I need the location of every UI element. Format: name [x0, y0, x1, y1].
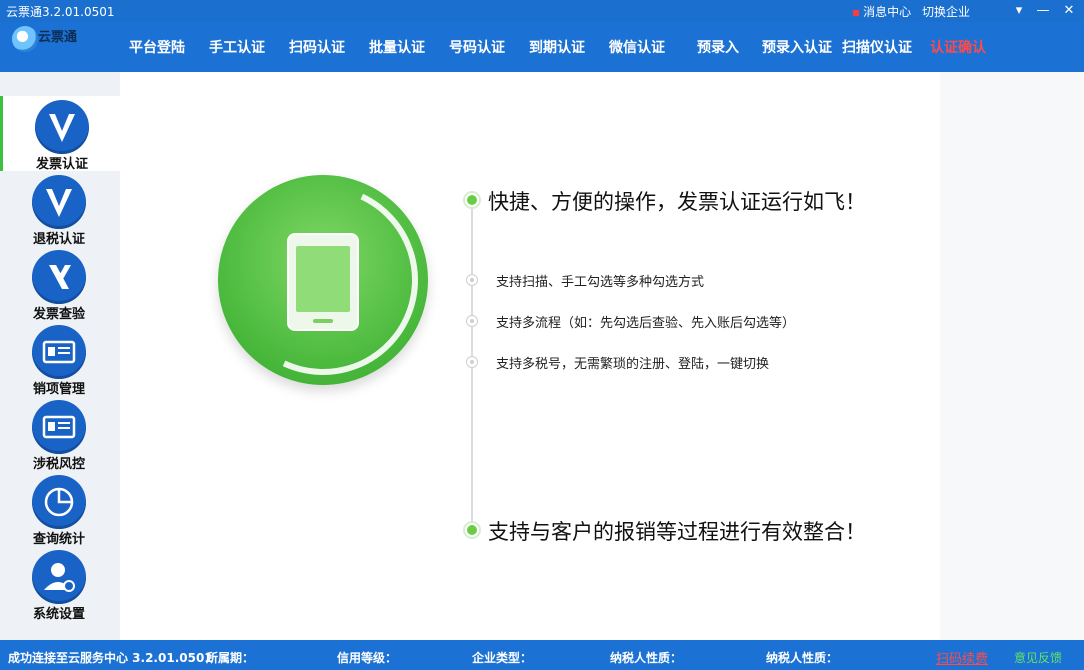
card-icon	[32, 325, 86, 379]
feature-item: 支持多流程（如：先勾选后查验、先入账后勾选等）	[496, 316, 796, 331]
sidebar: 发票认证 退税认证 发票查验 销项管理 涉税风控 查询统计 系统设置	[0, 72, 120, 640]
main-panel: 快捷、方便的操作，发票认证运行如飞！ 支持扫描、手工勾选等多种勾选方式 支持多流…	[120, 72, 940, 640]
timeline-dot	[466, 315, 478, 327]
renew-link[interactable]: 扫码续费	[936, 648, 988, 667]
sidebar-item-invoice-verify[interactable]: 发票查验	[0, 246, 120, 322]
app-title: 云票通3.2.01.0501	[6, 5, 115, 19]
close-icon[interactable]: ✕	[1056, 0, 1082, 22]
timeline-bullet	[463, 191, 481, 209]
user-settings-icon	[32, 550, 86, 604]
sidebar-item-label: 查询统计	[32, 532, 85, 547]
sidebar-item-settings[interactable]: 系统设置	[0, 546, 120, 622]
connection-status: 成功连接至云服务中心 3.2.01.0501	[8, 651, 213, 665]
sidebar-item-label: 涉税风控	[32, 457, 85, 472]
v-check-icon	[32, 175, 86, 229]
right-panel	[940, 72, 1084, 640]
status-bar: 成功连接至云服务中心 3.2.01.0501 所属期： 信用等级： 企业类型： …	[0, 640, 1084, 670]
nav-expiry-auth[interactable]: 到期认证	[529, 37, 585, 57]
feature-item: 支持扫描、手工勾选等多种勾选方式	[496, 275, 705, 290]
message-center-label: 消息中心	[863, 5, 912, 19]
nav-batch-auth[interactable]: 批量认证	[369, 37, 425, 57]
timeline-dot	[466, 274, 478, 286]
top-nav: 云票通 平台登陆 手工认证 扫码认证 批量认证 号码认证 到期认证 微信认证 预…	[0, 22, 1084, 72]
headline-integration: 支持与客户的报销等过程进行有效整合！	[488, 520, 866, 544]
nav-manual-auth[interactable]: 手工认证	[209, 37, 265, 57]
credit-level-label: 信用等级：	[337, 651, 398, 665]
sidebar-item-label: 退税认证	[32, 232, 85, 247]
pie-chart-icon	[32, 475, 86, 529]
nav-scan-auth[interactable]: 扫码认证	[289, 37, 345, 57]
timeline-dot	[466, 356, 478, 368]
taxpayer-nature-label-2: 纳税人性质：	[766, 651, 839, 665]
sidebar-item-label: 发票认证	[35, 157, 88, 172]
sidebar-item-tax-refund[interactable]: 退税认证	[0, 171, 120, 247]
nav-platform-login[interactable]: 平台登陆	[129, 37, 185, 57]
card-icon	[32, 400, 86, 454]
sidebar-item-tax-risk[interactable]: 涉税风控	[0, 396, 120, 472]
nav-auth-confirm[interactable]: 认证确认	[930, 37, 986, 57]
headline-fast: 快捷、方便的操作，发票认证运行如飞！	[488, 190, 866, 214]
sidebar-item-invoice-auth[interactable]: 发票认证	[0, 96, 120, 172]
nav-pre-entry-auth[interactable]: 预录入认证	[762, 37, 832, 57]
message-center-link[interactable]: ▪ 消息中心	[852, 3, 911, 20]
feedback-link[interactable]: 意见反馈	[1014, 649, 1062, 666]
sidebar-item-label: 发票查验	[32, 307, 85, 322]
company-type-label: 企业类型：	[472, 651, 533, 665]
title-bar: 云票通3.2.01.0501 ▪ 消息中心 切换企业 ▾ — ✕	[0, 0, 1084, 22]
sidebar-item-label: 系统设置	[32, 607, 85, 622]
period-label: 所属期：	[206, 651, 255, 665]
switch-company-link[interactable]: 切换企业	[922, 3, 970, 20]
dropdown-icon[interactable]: ▾	[1006, 0, 1032, 22]
nav-pre-entry[interactable]: 预录入	[697, 37, 739, 57]
sidebar-item-label: 销项管理	[32, 382, 85, 397]
nav-wechat-auth[interactable]: 微信认证	[609, 37, 665, 57]
nav-scanner-auth[interactable]: 扫描仪认证	[842, 37, 912, 57]
taxpayer-nature-label: 纳税人性质：	[610, 651, 683, 665]
minimize-icon[interactable]: —	[1030, 0, 1056, 22]
logo-text: 云票通	[38, 30, 78, 45]
timeline-bullet	[463, 521, 481, 539]
v-check-icon	[35, 100, 89, 154]
tablet-icon	[287, 233, 359, 331]
bullet-icon: ▪	[852, 5, 861, 19]
sidebar-item-query-stats[interactable]: 查询统计	[0, 471, 120, 547]
logo: 云票通	[8, 24, 118, 70]
nav-number-auth[interactable]: 号码认证	[449, 37, 505, 57]
cloud-logo-icon	[12, 26, 38, 52]
x-mark-icon	[32, 250, 86, 304]
sidebar-item-sales-mgmt[interactable]: 销项管理	[0, 321, 120, 397]
feature-item: 支持多税号，无需繁琐的注册、登陆，一键切换	[496, 357, 770, 372]
